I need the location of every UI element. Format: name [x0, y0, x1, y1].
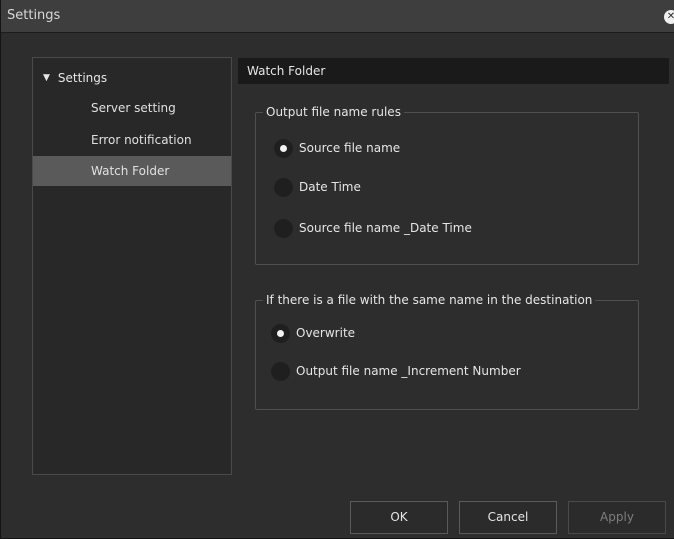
group-title: Output file name rules	[263, 104, 404, 120]
radio-overwrite[interactable]: Overwrite	[271, 321, 355, 345]
group-title: If there is a file with the same name in…	[263, 292, 596, 308]
tree-item-error-notification[interactable]: Error notification	[33, 125, 231, 155]
ok-button[interactable]: OK	[350, 501, 448, 534]
tree-root-label: Settings	[57, 71, 108, 85]
triangle-down-icon[interactable]: ▼	[43, 73, 50, 83]
apply-button[interactable]: Apply	[568, 501, 666, 534]
radio-button-icon[interactable]	[274, 218, 293, 238]
duplicate-file-rules-group: If there is a file with the same name in…	[255, 292, 639, 410]
output-file-name-rules-group: Output file name rules Source file name …	[255, 104, 639, 265]
radio-button-icon[interactable]	[274, 138, 293, 158]
radio-label: Source file name _Date Time	[299, 221, 472, 235]
window-title: Settings	[7, 8, 61, 23]
close-icon[interactable]: ✕	[664, 10, 674, 24]
radio-source-file-name-date-time[interactable]: Source file name _Date Time	[274, 216, 472, 240]
tree-item-label: Watch Folder	[91, 164, 170, 178]
tree-item-label: Error notification	[91, 133, 192, 147]
radio-label: Overwrite	[296, 326, 356, 340]
settings-tree: ▼ Settings Server setting Error notifica…	[32, 57, 232, 475]
radio-source-file-name[interactable]: Source file name	[274, 136, 400, 160]
tree-item-server-setting[interactable]: Server setting	[33, 93, 231, 123]
radio-label: Output file name _Increment Number	[296, 364, 521, 378]
tree-item-label: Server setting	[91, 101, 176, 115]
cancel-button[interactable]: Cancel	[459, 501, 557, 534]
tree-item-watch-folder[interactable]: Watch Folder	[33, 156, 231, 186]
radio-button-icon[interactable]	[274, 177, 293, 197]
radio-date-time[interactable]: Date Time	[274, 175, 361, 199]
section-header: Watch Folder	[238, 58, 669, 84]
radio-label: Source file name	[299, 141, 401, 155]
title-bar[interactable]: Settings ✕	[1, 0, 674, 33]
tree-root-settings[interactable]: ▼ Settings	[43, 68, 107, 88]
radio-button-icon[interactable]	[271, 323, 290, 343]
settings-dialog: Settings ✕ ▼ Settings Server setting Err…	[0, 0, 674, 539]
radio-increment-number[interactable]: Output file name _Increment Number	[271, 359, 521, 383]
radio-label: Date Time	[299, 180, 361, 194]
radio-button-icon[interactable]	[271, 361, 290, 381]
